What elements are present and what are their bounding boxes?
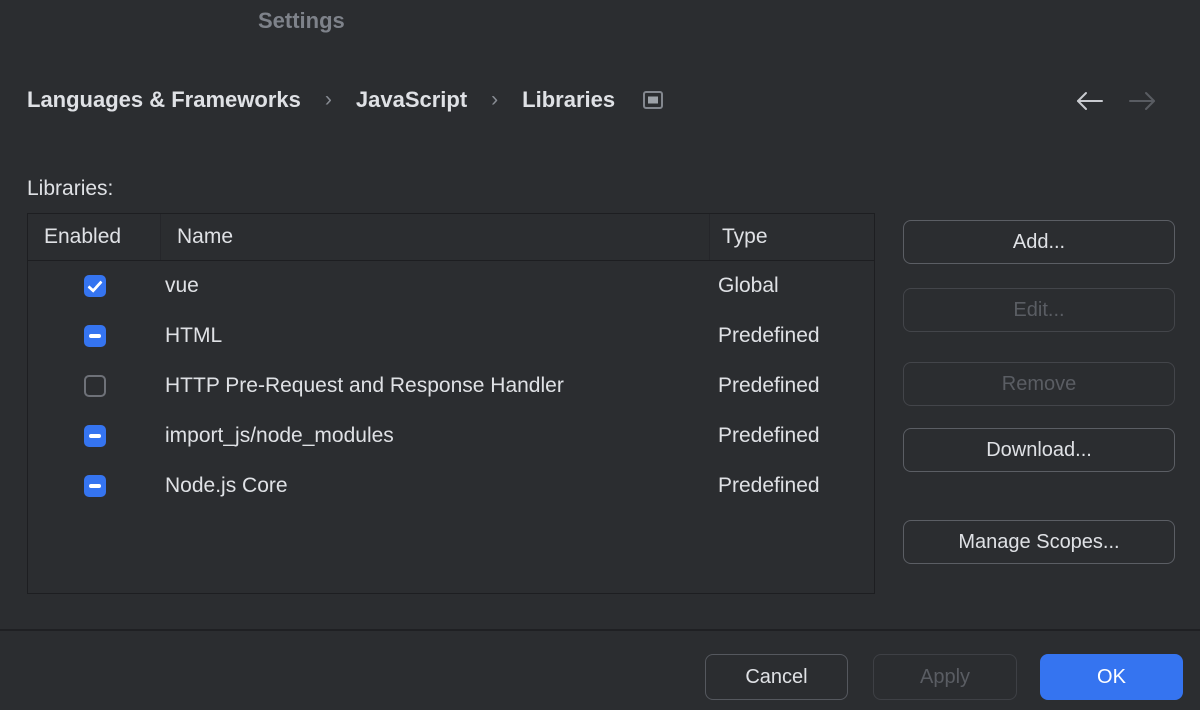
- library-name: HTTP Pre-Request and Response Handler: [162, 374, 712, 398]
- breadcrumb: Languages & Frameworks › JavaScript › Li…: [27, 84, 663, 116]
- ok-button[interactable]: OK: [1040, 654, 1183, 700]
- column-header-enabled: Enabled: [28, 214, 161, 260]
- checkbox-vue[interactable]: [84, 275, 106, 297]
- table-row[interactable]: import_js/node_modules Predefined: [28, 411, 874, 461]
- history-navigation: [1074, 90, 1158, 112]
- cancel-button[interactable]: Cancel: [705, 654, 848, 700]
- edit-button[interactable]: Edit...: [903, 288, 1175, 332]
- checkbox-html[interactable]: [84, 325, 106, 347]
- open-in-window-icon[interactable]: [643, 91, 663, 109]
- library-type: Global: [712, 274, 874, 298]
- table-row[interactable]: HTML Predefined: [28, 311, 874, 361]
- library-type: Predefined: [712, 374, 874, 398]
- table-header-row: Enabled Name Type: [28, 214, 874, 261]
- libraries-table: Enabled Name Type vue Global HTML Predef…: [27, 213, 875, 594]
- table-row[interactable]: vue Global: [28, 261, 874, 311]
- breadcrumb-item-libraries: Libraries: [522, 87, 615, 113]
- breadcrumb-separator-icon: ›: [325, 88, 332, 112]
- breadcrumb-separator-icon: ›: [491, 88, 498, 112]
- table-row[interactable]: Node.js Core Predefined: [28, 461, 874, 511]
- column-header-type: Type: [710, 214, 874, 260]
- library-name: Node.js Core: [162, 474, 712, 498]
- checkbox-http-pre-request[interactable]: [84, 375, 106, 397]
- library-type: Predefined: [712, 424, 874, 448]
- library-name: import_js/node_modules: [162, 424, 712, 448]
- libraries-label: Libraries:: [27, 177, 113, 201]
- library-type: Predefined: [712, 324, 874, 348]
- checkbox-import-js-node-modules[interactable]: [84, 425, 106, 447]
- breadcrumb-item-languages-frameworks[interactable]: Languages & Frameworks: [27, 87, 301, 113]
- remove-button[interactable]: Remove: [903, 362, 1175, 406]
- forward-icon[interactable]: [1128, 90, 1158, 112]
- table-row[interactable]: HTTP Pre-Request and Response Handler Pr…: [28, 361, 874, 411]
- breadcrumb-item-javascript[interactable]: JavaScript: [356, 87, 467, 113]
- library-type: Predefined: [712, 474, 874, 498]
- checkbox-nodejs-core[interactable]: [84, 475, 106, 497]
- library-name: vue: [162, 274, 712, 298]
- add-button[interactable]: Add...: [903, 220, 1175, 264]
- window-title: Settings: [258, 8, 345, 34]
- download-button[interactable]: Download...: [903, 428, 1175, 472]
- library-name: HTML: [162, 324, 712, 348]
- back-icon[interactable]: [1074, 90, 1104, 112]
- footer-divider: [0, 629, 1200, 631]
- column-header-name: Name: [161, 214, 710, 260]
- settings-dialog: Settings Languages & Frameworks › JavaSc…: [0, 0, 1200, 710]
- manage-scopes-button[interactable]: Manage Scopes...: [903, 520, 1175, 564]
- apply-button[interactable]: Apply: [873, 654, 1017, 700]
